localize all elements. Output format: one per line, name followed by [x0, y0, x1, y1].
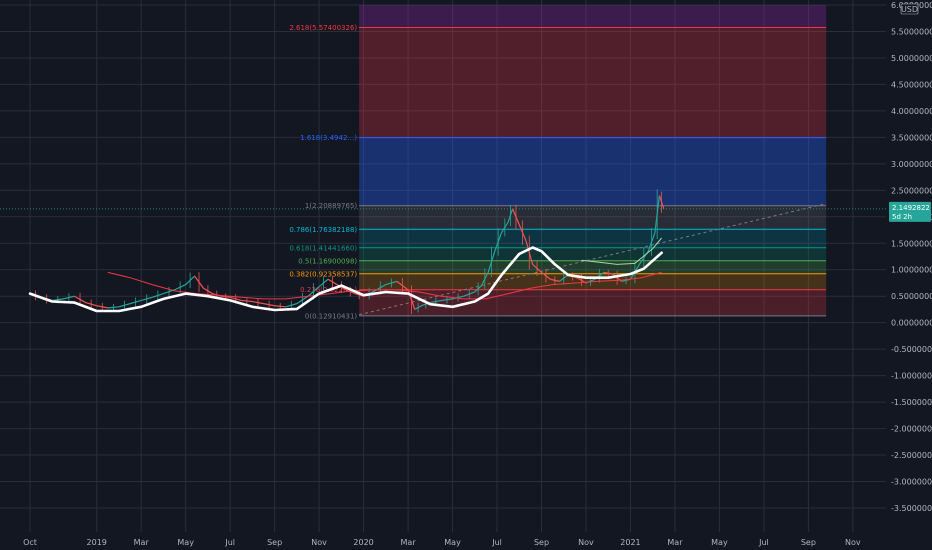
chart[interactable]: 0(0.12910431)0.236(0.6226…)0.382(0.92358… — [0, 0, 932, 550]
time-tick-label: May — [444, 538, 461, 547]
price-tick-label: -2.50000000 — [891, 451, 932, 460]
price-tick-label: -1.50000000 — [891, 398, 932, 407]
price-tick-label: -2.00000000 — [891, 425, 932, 434]
fib-zone-0.382 — [359, 260, 827, 274]
time-tick-label: Mar — [134, 538, 150, 547]
price-tick-label: 2.50000000 — [891, 186, 932, 195]
price-tick-label: -3.50000000 — [891, 504, 932, 513]
time-tick-label: Sep — [801, 538, 816, 547]
time-tick-label: Nov — [578, 538, 594, 547]
price-tick-label: -1.00000000 — [891, 372, 932, 381]
price-tick-label: 5.50000000 — [891, 27, 932, 36]
time-tick-label: Sep — [534, 538, 549, 547]
fib-label-0.618: 0.618(1.41441660) — [289, 244, 357, 252]
price-tick-label: 0.00000000 — [891, 319, 932, 328]
time-tick-label: Nov — [311, 538, 327, 547]
time-tick-label: Jul — [758, 538, 769, 547]
time-tick-label: May — [711, 538, 728, 547]
last-price-label: 2.1492822 — [892, 204, 930, 212]
fib-zone-0.618 — [359, 229, 827, 248]
price-tick-label: 4.50000000 — [891, 80, 932, 89]
time-tick-label: 2019 — [87, 538, 107, 547]
time-tick-label: Mar — [667, 538, 683, 547]
price-tick-label: 4.00000000 — [891, 107, 932, 116]
time-tick-label: 2020 — [353, 538, 373, 547]
fib-label-1.618: 1.618(3.4942…) — [300, 134, 357, 142]
time-tick-label: Sep — [267, 538, 282, 547]
fib-zone-1.618 — [359, 27, 827, 138]
price-tick-label: -0.50000000 — [891, 345, 932, 354]
time-tick-label: Mar — [401, 538, 417, 547]
fib-label-0.786: 0.786(1.76382188) — [289, 226, 357, 234]
fib-zone-2.618 — [359, 5, 827, 28]
price-tick-label: 1.50000000 — [891, 239, 932, 248]
price-tick-label: 5.00000000 — [891, 54, 932, 63]
price-tick-label: 3.50000000 — [891, 133, 932, 142]
fib-zone-1 — [359, 137, 827, 206]
time-tick-label: Jul — [491, 538, 502, 547]
fib-zone-fills — [359, 5, 827, 316]
time-tick-label: 2021 — [620, 538, 640, 547]
price-tick-label: 0.50000000 — [891, 292, 932, 301]
fib-label-0: 0(0.12910431) — [305, 312, 357, 320]
price-tick-label: 3.00000000 — [891, 160, 932, 169]
price-tick-label: -3.00000000 — [891, 478, 932, 487]
currency-label: USD — [901, 5, 918, 14]
price-tick-label: 1.00000000 — [891, 266, 932, 275]
time-tick-label: Nov — [845, 538, 861, 547]
time-tick-label: Jul — [224, 538, 235, 547]
time-tick-label: May — [177, 538, 194, 547]
fib-zone-0.786 — [359, 205, 827, 230]
fib-label-2.618: 2.618(5.57400326) — [289, 24, 357, 32]
fib-label-0.5: 0.5(1.16900098) — [298, 257, 357, 265]
countdown-label: 5d 2h — [892, 213, 912, 221]
time-tick-label: Oct — [23, 538, 37, 547]
fib-label-1: 1(2.20889765) — [305, 202, 357, 210]
